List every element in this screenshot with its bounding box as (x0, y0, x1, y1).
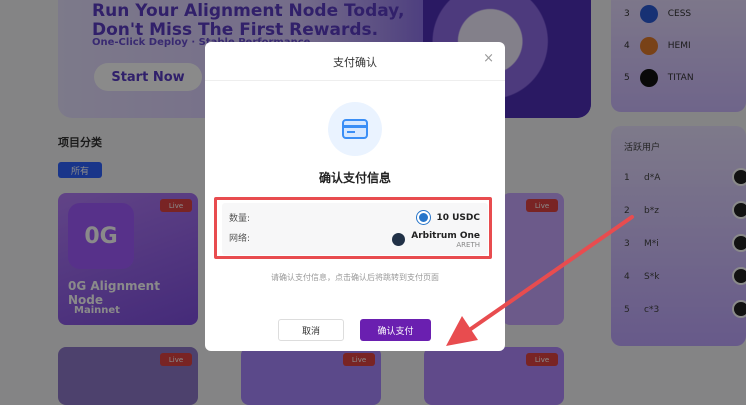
card-icon (328, 102, 382, 156)
confirm-payment-button[interactable]: 确认支付 (360, 319, 431, 341)
divider (205, 80, 505, 81)
dialog-title: 支付确认 (333, 56, 377, 69)
cancel-button[interactable]: 取消 (278, 319, 344, 341)
payment-hint: 请确认支付信息，点击确认后将跳转到支付页面 (271, 273, 439, 282)
close-icon[interactable]: × (483, 51, 494, 66)
confirm-heading: 确认支付信息 (318, 171, 391, 185)
highlight-box (214, 197, 492, 259)
